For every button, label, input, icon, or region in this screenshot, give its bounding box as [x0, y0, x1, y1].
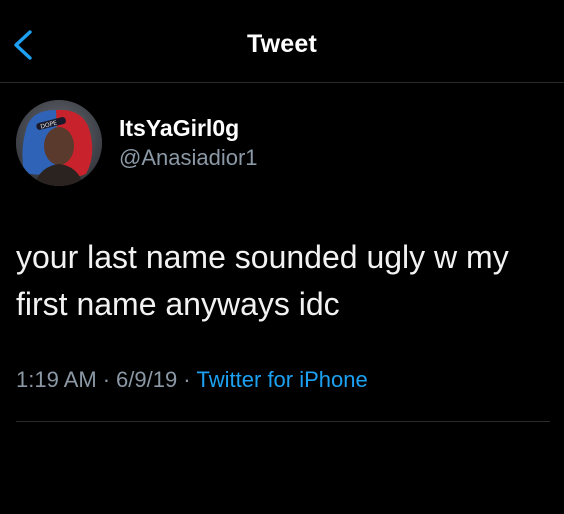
author-handle: @Anasiadior1	[119, 145, 258, 170]
tweet-body-text: your last name sounded ugly w my first n…	[16, 239, 509, 322]
tweet-metadata: 1:19 AM · 6/9/19 · Twitter for iPhone	[16, 367, 368, 393]
profile-photo-image: DOPE	[16, 100, 102, 186]
page-title: Tweet	[247, 30, 317, 58]
tweet-time: 1:19 AM	[16, 367, 97, 392]
meta-separator: ·	[102, 367, 111, 392]
author-display-name[interactable]: ItsYaGirl0g	[119, 115, 239, 142]
meta-separator: ·	[183, 367, 191, 392]
tweet-author: DOPE ItsYaGirl0g @Anasiadior1	[16, 98, 436, 188]
tweet-date: 6/9/19	[116, 367, 178, 392]
top-navigation-bar: Tweet	[0, 0, 564, 83]
tweet-source-link[interactable]: Twitter for iPhone	[197, 367, 368, 392]
divider	[16, 421, 550, 422]
avatar[interactable]: DOPE	[16, 100, 102, 186]
